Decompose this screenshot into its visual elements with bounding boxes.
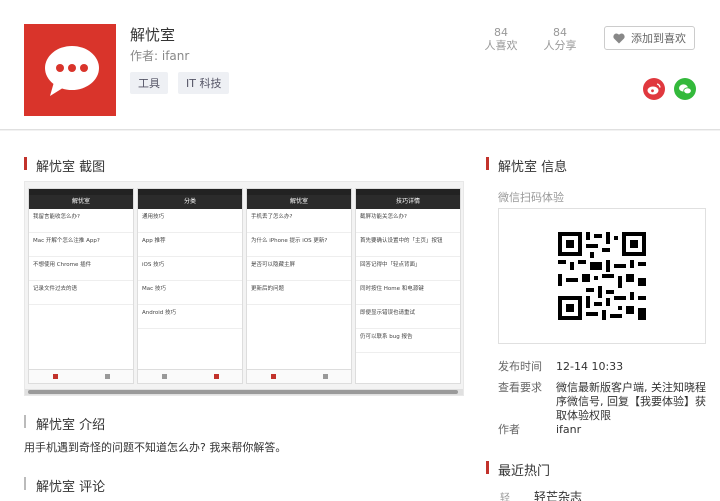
hot-section-title: 最近热门: [486, 460, 550, 479]
screenshots-section-title: 解忧室 截图: [24, 156, 105, 175]
shares-count: 84: [553, 26, 567, 39]
screenshot-gallery[interactable]: 解忧室 我留言能收怎么办? Mac 开解个怎么注推 App? 不想使用 Chro…: [24, 181, 464, 396]
screenshot-2-nav: 分类: [138, 195, 242, 209]
scrollbar-thumb[interactable]: [28, 390, 458, 394]
tag-list: 工具 IT 科技: [130, 72, 230, 94]
weibo-share-button[interactable]: [643, 78, 665, 100]
shares-stat: 84 人分享: [543, 26, 577, 52]
shares-label: 人分享: [543, 39, 577, 52]
list-item: Android 技巧: [138, 305, 242, 329]
app-header: 解忧室 作者: ifanr 工具 IT 科技 84 人喜欢 84 人分享 添加到…: [0, 0, 720, 130]
wechat-share-button[interactable]: [674, 78, 696, 100]
list-item: Mac 开解个怎么注推 App?: [29, 233, 133, 257]
list-item: 回答记得中「轻点背面」: [356, 257, 460, 281]
list-item: 通用技巧: [138, 209, 242, 233]
app-title: 解忧室: [130, 26, 176, 44]
screenshot-4[interactable]: 技巧详情 截屏功能关怎么办? 首先要确认设置中的「主页」按钮 回答记得中「轻点背…: [355, 188, 461, 384]
list-item: App 推荐: [138, 233, 242, 257]
list-item: 是否可以隐藏主屏: [247, 257, 351, 281]
author-value: ifanr: [556, 423, 582, 436]
list-item: 仍可以联系 bug 报告: [356, 329, 460, 353]
screenshot-1[interactable]: 解忧室 我留言能收怎么办? Mac 开解个怎么注推 App? 不想使用 Chro…: [28, 188, 134, 384]
likes-count: 84: [494, 26, 508, 39]
requirements-row: 查看要求 微信最新版客户端, 关注知晓程序微信号, 回复【我要体验】获取体验权限: [498, 381, 706, 422]
app-icon: [24, 24, 116, 116]
wechat-icon: [679, 84, 692, 95]
intro-text: 用手机遇到奇怪的问题不知道怎么办? 我来帮你解答。: [24, 441, 287, 454]
tag-it-tech[interactable]: IT 科技: [178, 72, 230, 94]
screenshot-3[interactable]: 解忧室 手机丢了怎么办? 为什么 iPhone 提示 iOS 更新? 是否可以隐…: [246, 188, 352, 384]
screenshot-1-nav: 解忧室: [29, 195, 133, 209]
list-item: iOS 技巧: [138, 257, 242, 281]
list-item: 手机丢了怎么办?: [247, 209, 351, 233]
list-item: 更新后的问题: [247, 281, 351, 305]
list-item: 即便显示错误也请重试: [356, 305, 460, 329]
list-item: 截屏功能关怎么办?: [356, 209, 460, 233]
comments-section-title: 解忧室 评论: [24, 476, 105, 495]
add-favorite-button[interactable]: 添加到喜欢: [604, 26, 695, 50]
qr-code: [498, 208, 706, 344]
screenshot-4-nav: 技巧详情: [356, 195, 460, 209]
add-favorite-label: 添加到喜欢: [631, 32, 686, 45]
list-item: Mac 技巧: [138, 281, 242, 305]
author-label: 作者: [498, 423, 520, 436]
tag-tools[interactable]: 工具: [130, 72, 168, 94]
weibo-icon: [647, 83, 661, 95]
hot-item-icon: 轻: [500, 493, 510, 501]
list-item: 我留言能收怎么办?: [29, 209, 133, 233]
qr-code-icon: [556, 230, 648, 322]
publish-time-label: 发布时间: [498, 360, 542, 373]
list-item: 不想使用 Chrome 插件: [29, 257, 133, 281]
gallery-scrollbar[interactable]: [25, 389, 463, 395]
list-item: 记录文件过去的语: [29, 281, 133, 305]
list-item: 同时按住 Home 和电源键: [356, 281, 460, 305]
likes-stat: 84 人喜欢: [484, 26, 518, 52]
screenshot-3-nav: 解忧室: [247, 195, 351, 209]
heart-icon: [613, 33, 625, 43]
info-section-title: 解忧室 信息: [486, 156, 567, 175]
app-author: 作者: ifanr: [130, 49, 190, 63]
publish-time-row: 发布时间 12-14 10:33: [498, 360, 623, 374]
list-item: 为什么 iPhone 提示 iOS 更新?: [247, 233, 351, 257]
requirements-value: 微信最新版客户端, 关注知晓程序微信号, 回复【我要体验】获取体验权限: [556, 381, 706, 422]
intro-section-title: 解忧室 介绍: [24, 414, 105, 433]
scan-label: 微信扫码体验: [498, 191, 564, 204]
publish-time-value: 12-14 10:33: [556, 360, 624, 373]
likes-label: 人喜欢: [484, 39, 518, 52]
hot-item-link[interactable]: 轻芒杂志: [534, 488, 582, 501]
requirements-label: 查看要求: [498, 381, 542, 394]
main-content: 解忧室 截图 解忧室 我留言能收怎么办? Mac 开解个怎么注推 App? 不想…: [0, 131, 720, 501]
author-row: 作者 ifanr: [498, 423, 581, 437]
list-item: 首先要确认设置中的「主页」按钮: [356, 233, 460, 257]
screenshot-2[interactable]: 分类 通用技巧 App 推荐 iOS 技巧 Mac 技巧 Android 技巧: [137, 188, 243, 384]
